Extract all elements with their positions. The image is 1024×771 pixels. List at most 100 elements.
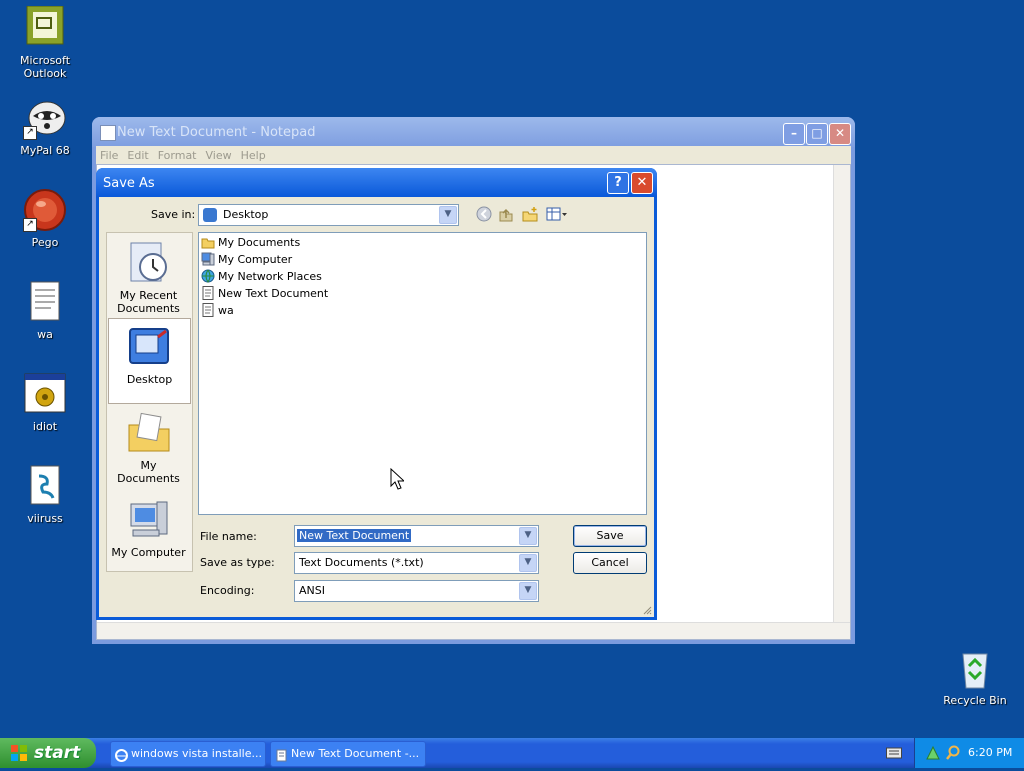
dialog-titlebar[interactable]: Save As ? ✕: [96, 168, 657, 198]
desktop-icon-outlook[interactable]: Microsoft Outlook: [0, 5, 90, 80]
desktop-icon-label: Pego: [31, 236, 59, 249]
taskbar-item-notepad[interactable]: New Text Document -...: [270, 741, 426, 767]
back-icon[interactable]: [476, 206, 492, 222]
task-label: windows vista installe...: [131, 747, 262, 760]
place-my-computer[interactable]: My Computer: [108, 492, 189, 576]
file-name: New Text Document: [218, 287, 329, 300]
file-name-selected-text: New Text Document: [297, 529, 412, 542]
outlook-icon: [23, 5, 67, 50]
menu-file[interactable]: File: [96, 146, 123, 164]
resize-grip-icon[interactable]: [642, 605, 652, 615]
save-in-label: Save in:: [151, 208, 196, 221]
windows-flag-icon: [10, 744, 28, 762]
save-as-type-label: Save as type:: [200, 556, 275, 569]
text-file-icon: [23, 280, 67, 324]
list-item[interactable]: My Network Places: [201, 268, 322, 285]
menu-edit[interactable]: Edit: [123, 146, 153, 164]
file-name-input[interactable]: New Text Document: [297, 529, 412, 542]
system-tray: 6:20 PM: [914, 738, 1024, 768]
taskbar-item-browser[interactable]: windows vista installe...: [110, 741, 266, 767]
save-as-dialog[interactable]: Save As ? ✕ Save in: Desktop ▼ My Recent…: [96, 168, 657, 620]
file-name-combo[interactable]: New Text Document ▼: [294, 525, 539, 547]
keyboard-icon[interactable]: [886, 747, 902, 762]
my-computer-icon: [127, 498, 171, 542]
notepad-menubar: File Edit Format View Help: [96, 146, 851, 164]
horizontal-scrollbar[interactable]: [97, 622, 850, 639]
network-tray-icon[interactable]: [925, 745, 941, 764]
chevron-down-icon[interactable]: ▼: [519, 527, 537, 545]
place-my-documents[interactable]: My Documents: [108, 405, 189, 489]
save-as-type-combo[interactable]: Text Documents (*.txt) ▼: [294, 552, 539, 574]
red-orb-icon: ↗: [23, 188, 67, 232]
place-desktop[interactable]: Desktop: [108, 318, 191, 404]
menu-view[interactable]: View: [202, 146, 237, 164]
close-button[interactable]: ✕: [829, 123, 851, 145]
chevron-down-icon[interactable]: ▼: [519, 582, 537, 600]
place-recent-documents[interactable]: My Recent Documents: [108, 235, 189, 319]
script-file-icon: [23, 464, 67, 508]
view-menu-icon[interactable]: [546, 206, 567, 222]
desktop-icon-label: Microsoft Outlook: [19, 54, 71, 80]
save-as-type-value: Text Documents (*.txt): [299, 556, 424, 569]
help-button[interactable]: ?: [607, 172, 629, 194]
clock[interactable]: 6:20 PM: [968, 746, 1012, 759]
desktop-icon: [128, 325, 172, 369]
shortcut-arrow-icon: ↗: [23, 126, 37, 140]
desktop-icon-recycle-bin[interactable]: Recycle Bin: [930, 646, 1020, 707]
notepad-titlebar[interactable]: New Text Document - Notepad – □ ✕: [92, 117, 855, 147]
file-name: My Network Places: [218, 270, 322, 283]
desktop-icon-label: Recycle Bin: [943, 694, 1007, 707]
dialog-body: Save in: Desktop ▼ My Recent Documents D…: [99, 197, 654, 617]
folder-icon: [201, 235, 215, 249]
search-icon[interactable]: [945, 745, 961, 764]
place-label: My Recent: [119, 289, 178, 302]
menu-help[interactable]: Help: [237, 146, 271, 164]
notepad-icon: [275, 747, 288, 762]
file-list[interactable]: My Documents My Computer My Network Plac…: [198, 232, 647, 515]
file-name-label: File name:: [200, 530, 257, 543]
encoding-combo[interactable]: ANSI ▼: [294, 580, 539, 602]
desktop-icon-mypal[interactable]: ↗ MyPal 68: [0, 96, 90, 157]
save-in-value: Desktop: [203, 208, 269, 222]
list-item[interactable]: New Text Document: [201, 285, 328, 302]
chevron-down-icon[interactable]: ▼: [519, 554, 537, 572]
menu-format[interactable]: Format: [154, 146, 202, 164]
place-label: My Computer: [111, 546, 186, 559]
browser-icon: [115, 747, 128, 762]
maximize-button[interactable]: □: [806, 123, 828, 145]
desktop-icon-wa[interactable]: wa: [0, 280, 90, 341]
save-in-combo[interactable]: Desktop ▼: [198, 204, 459, 226]
desktop-icon-pego[interactable]: ↗ Pego: [0, 188, 90, 249]
start-button[interactable]: start: [0, 738, 96, 768]
desktop-icon-label: wa: [37, 328, 53, 341]
encoding-label: Encoding:: [200, 584, 255, 597]
desktop-icon-idiot[interactable]: idiot: [0, 372, 90, 433]
save-in-text: Desktop: [223, 208, 269, 221]
text-file-icon: [201, 303, 215, 317]
new-folder-icon[interactable]: [522, 206, 538, 222]
list-item[interactable]: My Documents: [201, 234, 300, 251]
desktop-icon-viiruss[interactable]: viiruss: [0, 464, 90, 525]
minimize-button[interactable]: –: [783, 123, 805, 145]
chevron-down-icon[interactable]: ▼: [439, 206, 457, 224]
place-label: My Documents: [117, 459, 180, 485]
desktop-icon-label: idiot: [32, 420, 58, 433]
place-label: Documents: [117, 302, 180, 315]
my-documents-icon: [127, 411, 171, 455]
place-label: Desktop: [126, 373, 173, 386]
up-folder-icon[interactable]: [498, 206, 514, 222]
raccoon-icon: ↗: [23, 96, 67, 140]
list-item[interactable]: wa: [201, 302, 234, 319]
network-places-icon: [201, 269, 215, 283]
list-item[interactable]: My Computer: [201, 251, 292, 268]
dialog-close-button[interactable]: ✕: [631, 172, 653, 194]
save-button[interactable]: Save: [573, 525, 647, 547]
desktop-icon-label: MyPal 68: [20, 144, 70, 157]
cancel-button[interactable]: Cancel: [573, 552, 647, 574]
notepad-title: New Text Document - Notepad: [117, 125, 316, 140]
program-gear-icon: [23, 372, 67, 416]
task-label: New Text Document -...: [291, 747, 420, 760]
vertical-scrollbar[interactable]: [833, 165, 850, 623]
file-name: My Documents: [218, 236, 301, 249]
shortcut-arrow-icon: ↗: [23, 218, 37, 232]
